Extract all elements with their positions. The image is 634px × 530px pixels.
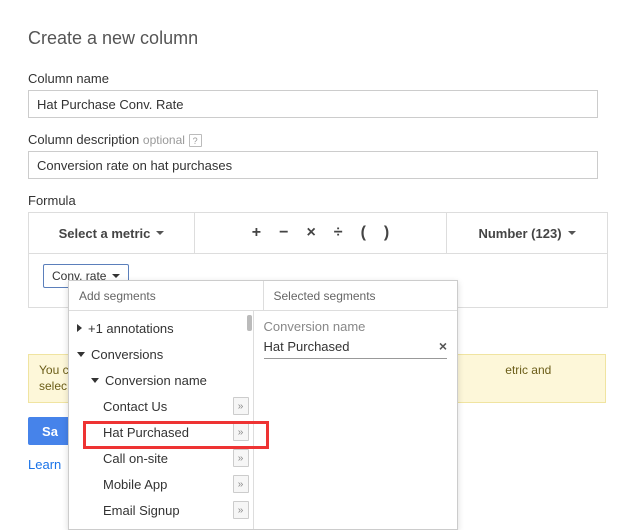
save-button[interactable]: Sa (28, 417, 72, 445)
segments-popover: Add segments Selected segments +1 annota… (68, 280, 458, 530)
chevron-down-icon (156, 231, 164, 235)
hint-text-right: etric and (505, 363, 551, 377)
column-name-input[interactable] (28, 90, 598, 118)
formula-label: Formula (28, 193, 606, 208)
op-divide[interactable]: ÷ (334, 224, 343, 242)
leaf-label: Call on-site (103, 451, 168, 466)
scrollbar-thumb[interactable] (247, 315, 252, 331)
add-segments-header: Add segments (69, 281, 264, 310)
selected-panel: Conversion name Hat Purchased × (254, 311, 458, 529)
tree-conversions[interactable]: Conversions (69, 341, 253, 367)
leaf-label: Contact Us (103, 399, 167, 414)
column-desc-label: Column description optional ? (28, 132, 606, 147)
add-segment-btn[interactable]: » (233, 475, 249, 493)
column-name-label: Column name (28, 71, 606, 86)
tree-leaf-call-onsite[interactable]: Call on-site » (69, 445, 253, 471)
op-times[interactable]: × (306, 224, 315, 242)
tree-leaf-email-signup[interactable]: Email Signup » (69, 497, 253, 523)
tree-leaf-mobile-app[interactable]: Mobile App » (69, 471, 253, 497)
add-segment-btn[interactable]: » (233, 501, 249, 519)
op-lparen[interactable]: ( (361, 224, 366, 242)
formula-toolbar: Select a metric + − × ÷ ( ) Number (123) (28, 212, 608, 254)
format-dropdown[interactable]: Number (123) (447, 213, 607, 253)
op-rparen[interactable]: ) (384, 224, 389, 242)
chevron-down-icon (112, 274, 120, 278)
format-label: Number (123) (478, 226, 561, 241)
tree-leaf-contact-us[interactable]: Contact Us » (69, 393, 253, 419)
caret-right-icon (77, 324, 82, 332)
leaf-label: Mobile App (103, 477, 167, 492)
leaf-label: Email Signup (103, 503, 180, 518)
select-metric-label: Select a metric (59, 226, 151, 241)
selected-segments-header: Selected segments (264, 281, 458, 310)
add-segment-btn[interactable]: » (233, 449, 249, 467)
remove-segment-btn[interactable]: × (439, 338, 447, 354)
op-plus[interactable]: + (252, 224, 261, 242)
selected-segment-row: Hat Purchased × (264, 336, 448, 359)
operator-group: + − × ÷ ( ) (195, 213, 447, 253)
tree-annotations[interactable]: +1 annotations (69, 315, 253, 341)
selected-segment-value: Hat Purchased (264, 339, 350, 354)
add-segment-btn[interactable]: » (233, 423, 249, 441)
segments-tree: +1 annotations Conversions Conversion na… (69, 311, 254, 529)
add-segment-btn[interactable]: » (233, 397, 249, 415)
hint-text-2: selec (39, 379, 67, 393)
caret-down-icon (77, 352, 85, 357)
page-title: Create a new column (28, 28, 606, 49)
select-metric-dropdown[interactable]: Select a metric (29, 213, 195, 253)
tree-annotations-label: +1 annotations (88, 321, 174, 336)
op-minus[interactable]: − (279, 224, 288, 242)
column-desc-label-text: Column description (28, 132, 139, 147)
column-desc-input[interactable] (28, 151, 598, 179)
caret-down-icon (91, 378, 99, 383)
help-icon[interactable]: ? (189, 134, 202, 147)
optional-hint: optional (143, 133, 185, 147)
hint-text-left: You c (39, 363, 69, 377)
tree-conversions-label: Conversions (91, 347, 163, 362)
selected-conv-name-label: Conversion name (264, 319, 448, 334)
chevron-down-icon (568, 231, 576, 235)
tree-conv-name-label: Conversion name (105, 373, 207, 388)
tree-leaf-hat-purchased[interactable]: Hat Purchased » (69, 419, 253, 445)
tree-conversion-name[interactable]: Conversion name (69, 367, 253, 393)
leaf-label: Hat Purchased (103, 425, 189, 440)
